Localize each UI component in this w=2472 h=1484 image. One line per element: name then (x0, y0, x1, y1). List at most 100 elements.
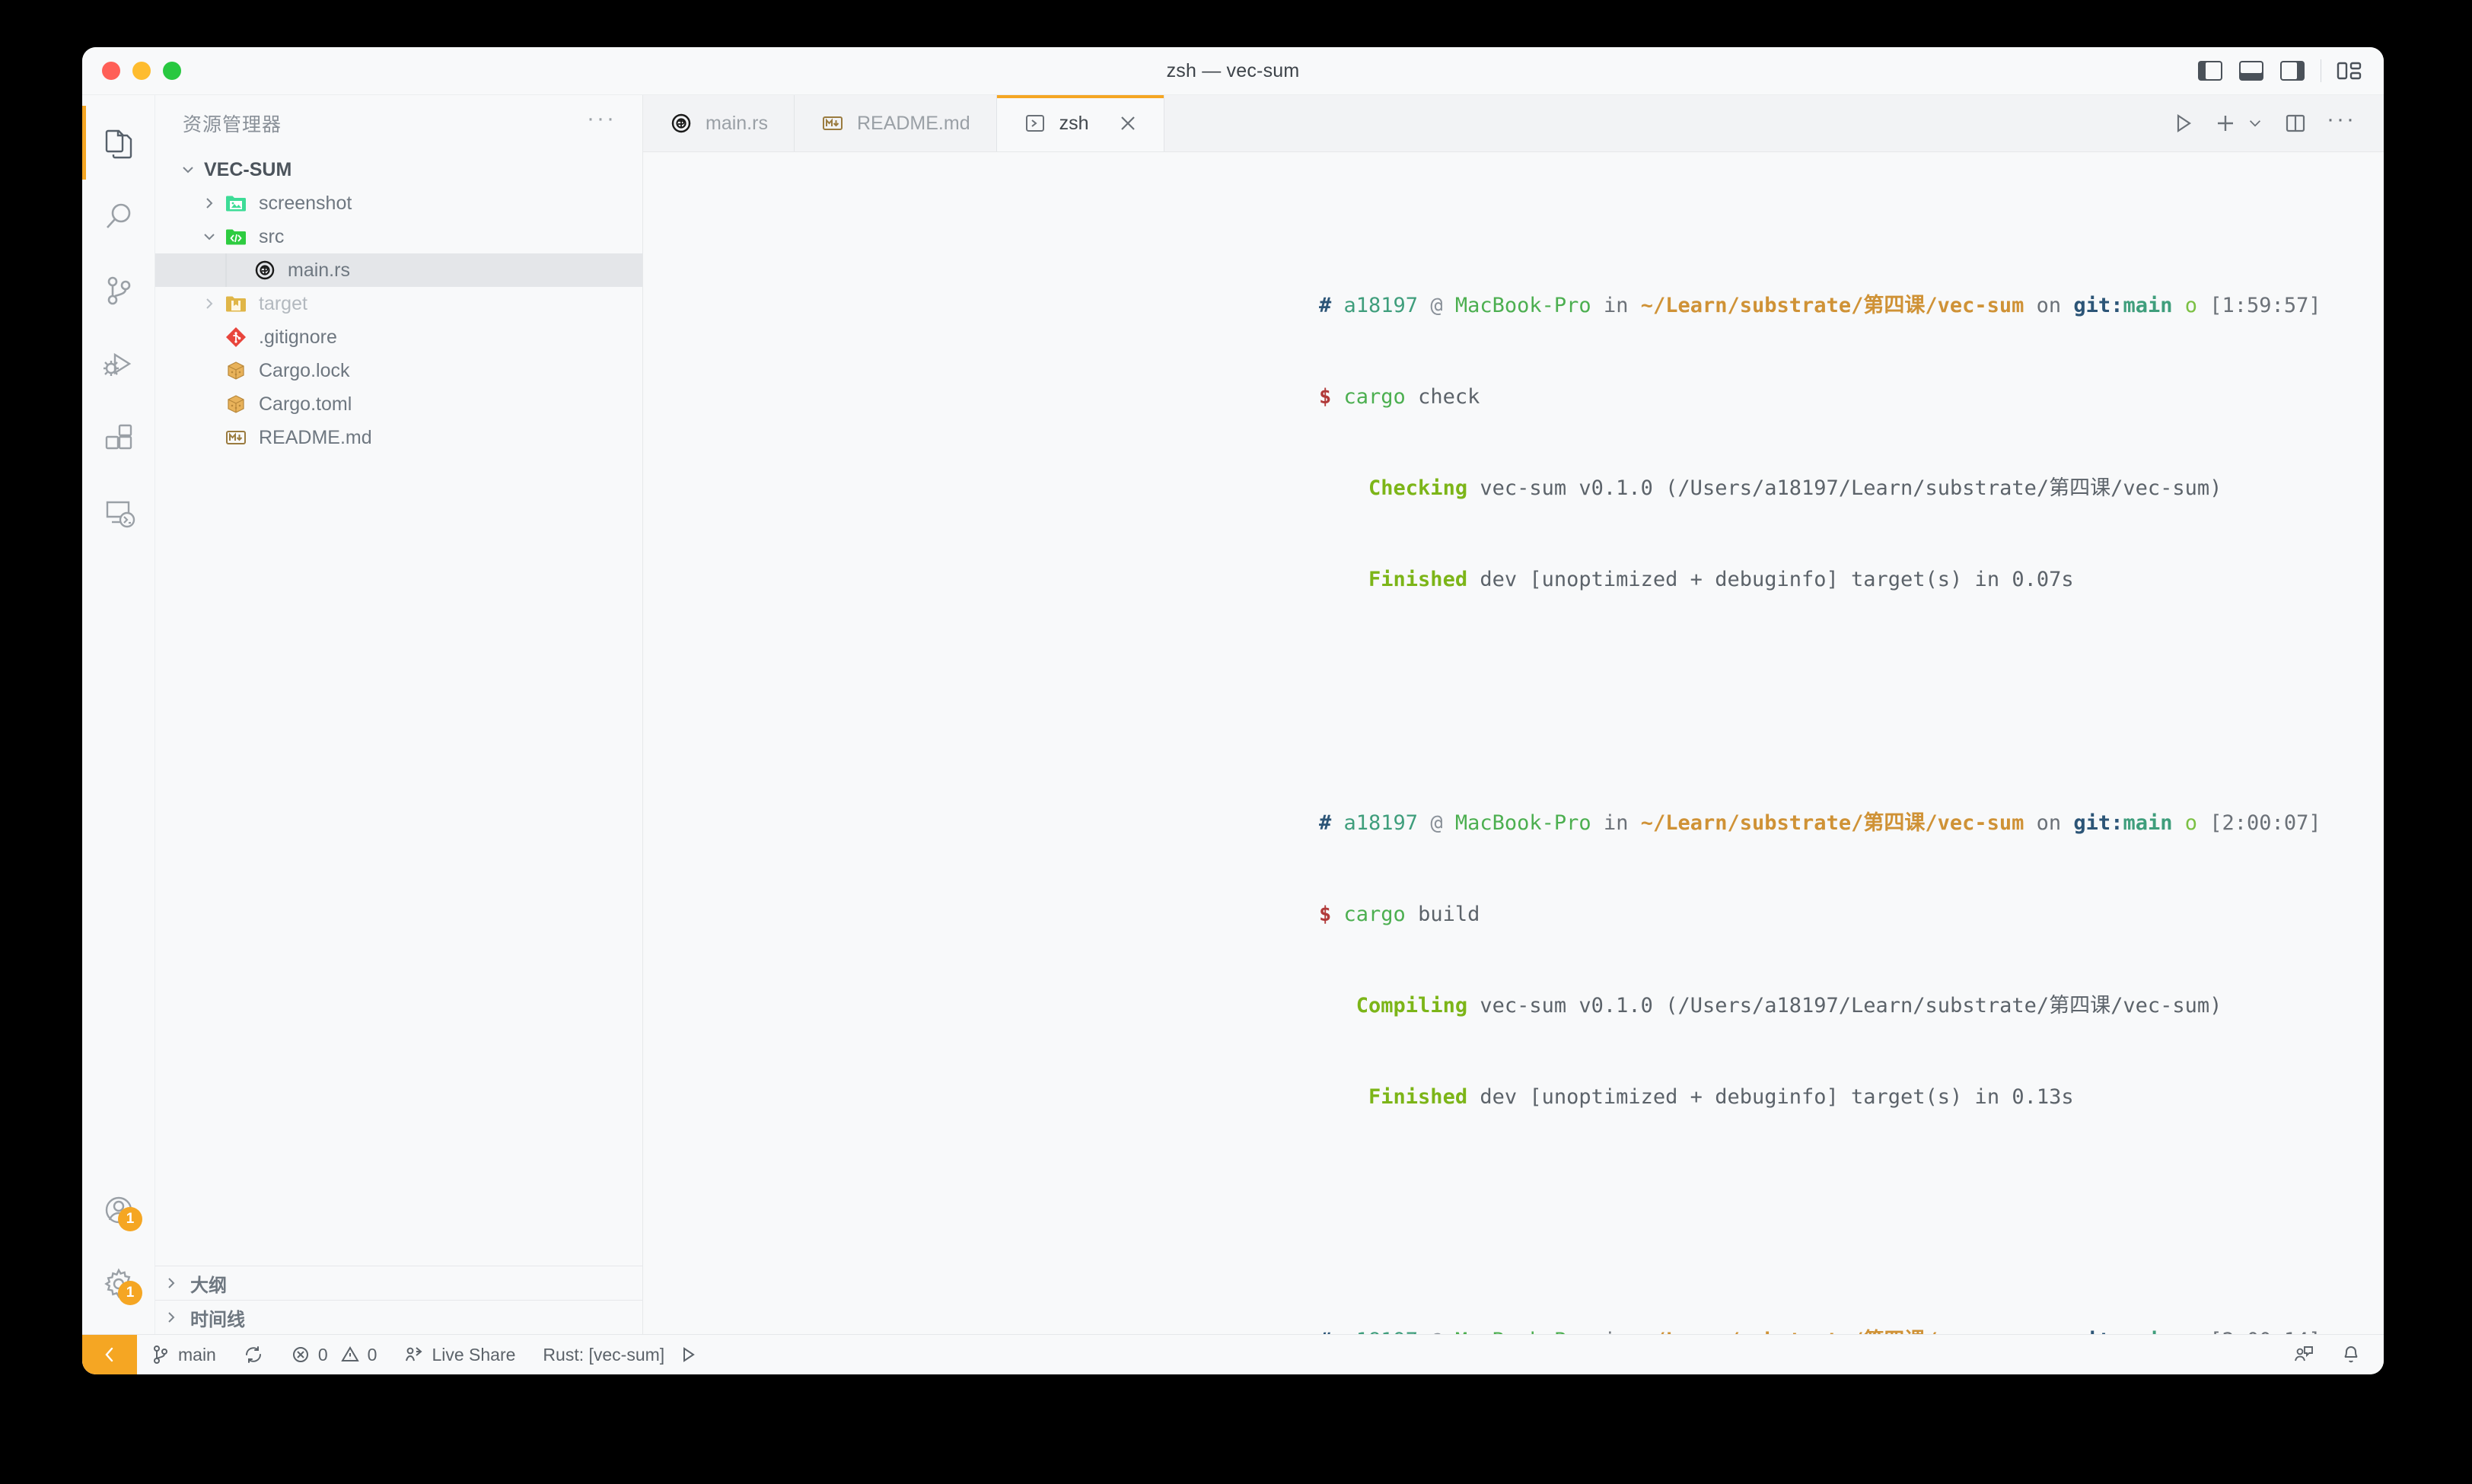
customize-layout-icon[interactable] (2337, 60, 2362, 81)
ellipsis-icon[interactable]: ··· (2327, 108, 2356, 131)
cargo-output-text: vec-sum v0.1.0 (/Users/a18197/Learn/subs… (1480, 994, 2222, 1017)
tree-item-src[interactable]: src (155, 220, 642, 253)
prompt-path: ~/Learn/substrate/第四课/vec-sum (1641, 1329, 2024, 1334)
git-icon (221, 326, 251, 349)
activity-item-manage[interactable]: 1 (82, 1247, 154, 1320)
toggle-panel-icon[interactable] (2238, 60, 2264, 81)
tree-item-label: main.rs (288, 259, 350, 281)
tree-item-target[interactable]: target (155, 287, 642, 320)
status-feedback-button[interactable] (2280, 1335, 2327, 1374)
command-name: cargo (1343, 903, 1406, 926)
tree-indent-guide (225, 253, 227, 287)
tab-list: main.rs README.md zsh (643, 95, 1164, 151)
prompt-user: a18197 (1343, 811, 1419, 835)
tree-item-gitignore[interactable]: .gitignore (155, 320, 642, 354)
file-tree: VEC-SUM screenshot src main.rs target .g… (155, 151, 642, 1266)
accounts-badge: 1 (118, 1207, 142, 1231)
tab-readme-md[interactable]: README.md (794, 95, 997, 151)
prompt-time: [2:00:14] (2209, 1329, 2321, 1334)
command-arg: build (1418, 903, 1480, 926)
prompt-host: MacBook-Pro (1455, 1329, 1591, 1334)
status-sync-button[interactable] (230, 1335, 277, 1374)
prompt-path: ~/Learn/substrate/第四课/vec-sum (1640, 294, 2024, 317)
remote-indicator-icon[interactable] (82, 1335, 137, 1374)
tree-item-screenshot[interactable]: screenshot (155, 186, 642, 220)
explorer-header: 资源管理器 ··· (155, 95, 642, 151)
tree-item-label: .gitignore (259, 326, 337, 348)
activity-item-run-and-debug[interactable] (82, 327, 154, 401)
prompt-branch: main (2123, 811, 2173, 835)
tree-item-cargo-lock[interactable]: Cargo.lock (155, 354, 642, 387)
desktop-background: zsh — vec-sum 1 1 资源管理器 ··· VEC-SUM scre… (0, 0, 2472, 1484)
prompt-in: in (1603, 294, 1629, 317)
toggle-secondary-sidebar-icon[interactable] (2279, 60, 2305, 81)
command-name: cargo (1343, 385, 1406, 409)
activity-item-extensions[interactable] (82, 401, 154, 475)
chevron-down-icon (198, 229, 221, 244)
status-problems-indicator[interactable]: 0 0 (277, 1335, 391, 1374)
activity-item-explorer[interactable] (82, 106, 154, 180)
cargo-output-text: dev [unoptimized + debuginfo] target(s) … (1480, 1085, 2074, 1109)
cargo-status: Finished (1368, 1085, 1468, 1109)
chevron-right-icon (160, 1275, 183, 1291)
status-run-project-button[interactable] (678, 1335, 712, 1374)
chevron-down-icon[interactable] (2246, 114, 2264, 132)
status-notifications-button[interactable] (2327, 1335, 2384, 1374)
prompt-circle: o (2185, 1329, 2197, 1334)
activity-bar: 1 1 (82, 95, 155, 1334)
terminal-command-line: $ cargo check (1319, 382, 2384, 412)
prompt-in: in (1603, 811, 1629, 835)
tree-root-vec-sum[interactable]: VEC-SUM (155, 153, 642, 186)
prompt-path: ~/Learn/substrate/第四课/vec-sum (1640, 811, 2024, 835)
prompt-host: MacBook-Pro (1454, 811, 1591, 835)
prompt-at: @ (1430, 1329, 1442, 1334)
activity-item-search[interactable] (82, 180, 154, 253)
command-arg: check (1418, 385, 1480, 409)
editor-area: main.rs README.md zsh ··· # a18197 @ Mac… (643, 95, 2384, 1334)
chevron-right-icon (198, 196, 221, 211)
cargo-icon (221, 393, 251, 416)
editor-action-bar: ··· (2171, 95, 2384, 151)
tab-main-rs[interactable]: main.rs (643, 95, 795, 151)
activity-item-remote-explorer[interactable] (82, 475, 154, 549)
terminal-panel[interactable]: # a18197 @ MacBook-Pro in ~/Learn/substr… (643, 152, 2384, 1334)
plus-icon[interactable] (2214, 112, 2237, 135)
prompt-at: @ (1430, 294, 1443, 317)
sidebar-section-label: 大纲 (190, 1275, 227, 1296)
prompt-hash: # (1319, 811, 1332, 835)
prompt-on: on (2037, 1329, 2062, 1334)
sidebar-collapsed-sections: 大纲 时间线 (155, 1266, 642, 1334)
activity-item-source-control[interactable] (82, 253, 154, 327)
terminal-prompt-line: # a18197 @ MacBook-Pro in ~/Learn/substr… (1319, 808, 2384, 839)
explorer-more-actions-button[interactable]: ··· (587, 107, 616, 132)
sidebar-section-timeline[interactable]: 时间线 (155, 1300, 642, 1334)
layout-toggle-group (2197, 59, 2362, 82)
manage-badge: 1 (118, 1281, 142, 1305)
tree-item-readme[interactable]: README.md (155, 421, 642, 454)
status-rust-analyzer[interactable]: Rust: [vec-sum] (529, 1335, 678, 1374)
prompt-branch: main (2123, 1329, 2172, 1334)
tree-item-main-rs[interactable]: main.rs (155, 253, 642, 287)
status-branch-indicator[interactable]: main (137, 1335, 230, 1374)
terminal-command-line: $ cargo build (1319, 900, 2384, 930)
chevron-right-icon (198, 296, 221, 311)
activity-item-accounts[interactable]: 1 (82, 1173, 154, 1247)
play-icon[interactable] (2171, 112, 2194, 135)
prompt-time: [1:59:57] (2209, 294, 2321, 317)
prompt-hash: # (1319, 1329, 1331, 1334)
cargo-output-text: vec-sum v0.1.0 (/Users/a18197/Learn/subs… (1480, 476, 2222, 500)
toggle-primary-sidebar-icon[interactable] (2197, 60, 2223, 81)
close-icon[interactable] (1118, 113, 1138, 133)
prompt-host: MacBook-Pro (1454, 294, 1591, 317)
prompt-user: a18197 (1343, 294, 1419, 317)
status-live-share-button[interactable]: Live Share (390, 1335, 529, 1374)
tree-item-label: src (259, 225, 285, 247)
tab-zsh[interactable]: zsh (996, 95, 1164, 151)
sidebar-section-outline[interactable]: 大纲 (155, 1266, 642, 1300)
vscode-window: zsh — vec-sum 1 1 资源管理器 ··· VEC-SUM scre… (82, 47, 2384, 1374)
split-editor-icon[interactable] (2284, 112, 2307, 135)
tree-item-cargo-toml[interactable]: Cargo.toml (155, 387, 642, 421)
prompt-git: git: (2073, 294, 2123, 317)
command-prefix: $ (1319, 903, 1332, 926)
